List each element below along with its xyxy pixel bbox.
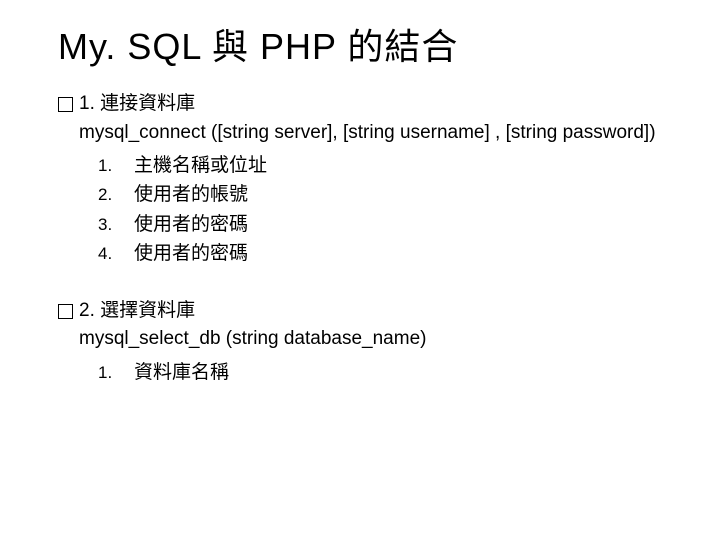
list-item: 2.使用者的帳號 [98,180,662,209]
section-2-heading: 2. 選擇資料庫 [79,300,195,321]
item-text: 主機名稱或位址 [134,151,267,180]
item-text: 使用者的帳號 [134,180,248,209]
list-item: 4.使用者的密碼 [98,239,662,268]
item-text: 使用者的密碼 [134,210,248,239]
item-number: 3. [98,212,134,238]
section-1-heading: 1. 連接資料庫 [79,93,195,114]
section-2-header: 2. 選擇資料庫 mysql_select_db (string databas… [58,297,662,354]
item-number: 1. [98,360,134,386]
item-number: 1. [98,153,134,179]
list-item: 3.使用者的密碼 [98,210,662,239]
item-text: 資料庫名稱 [134,358,229,387]
list-item: 1.主機名稱或位址 [98,151,662,180]
checkbox-icon [58,97,73,112]
section-2-code: mysql_select_db (string database_name) [79,328,426,349]
item-text: 使用者的密碼 [134,239,248,268]
item-number: 4. [98,241,134,267]
slide: My. SQL 與 PHP 的結合 1. 連接資料庫 mysql_connect… [0,0,720,445]
section-1-list: 1.主機名稱或位址 2.使用者的帳號 3.使用者的密碼 4.使用者的密碼 [58,151,662,269]
section-1-code: mysql_connect ([string server], [string … [79,122,656,143]
list-item: 1.資料庫名稱 [98,358,662,387]
section-1: 1. 連接資料庫 mysql_connect ([string server],… [58,90,662,269]
section-2-body: 2. 選擇資料庫 mysql_select_db (string databas… [79,297,662,354]
item-number: 2. [98,182,134,208]
section-1-header: 1. 連接資料庫 mysql_connect ([string server],… [58,90,662,147]
section-2: 2. 選擇資料庫 mysql_select_db (string databas… [58,297,662,387]
slide-title: My. SQL 與 PHP 的結合 [58,18,662,70]
section-2-list: 1.資料庫名稱 [58,358,662,387]
section-1-body: 1. 連接資料庫 mysql_connect ([string server],… [79,90,662,147]
checkbox-icon [58,304,73,319]
